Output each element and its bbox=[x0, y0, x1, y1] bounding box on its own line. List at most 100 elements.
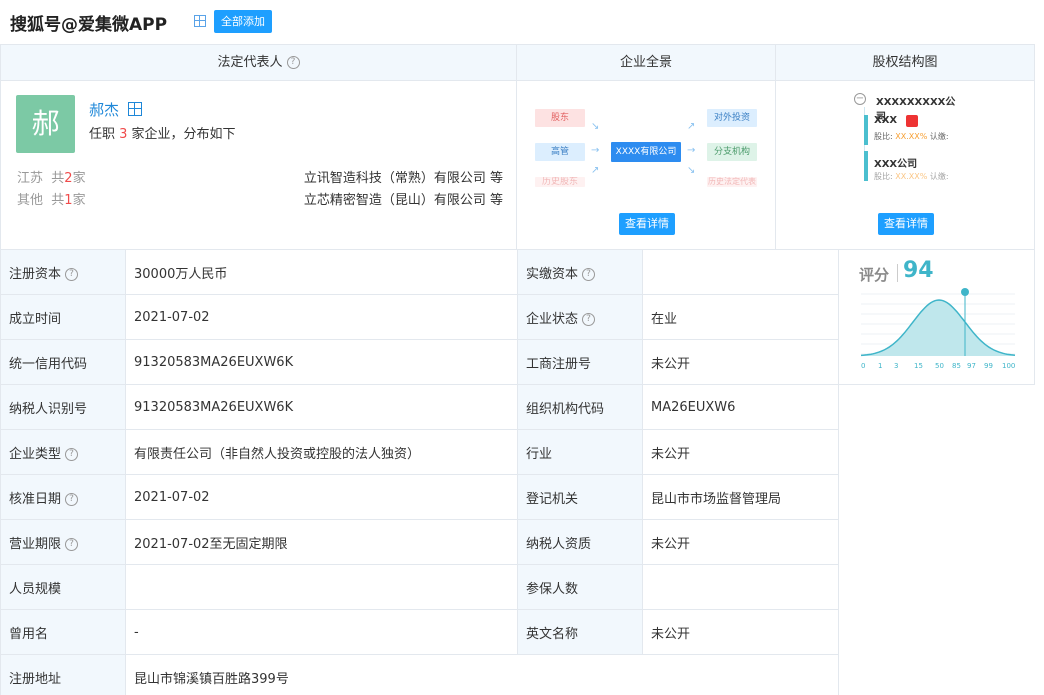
label-cell: 英文名称 bbox=[517, 609, 643, 655]
panel-header: 股权结构图 bbox=[776, 45, 1034, 81]
field-value: 2021-07-02 bbox=[134, 309, 210, 325]
label-cell: 企业状态? bbox=[517, 294, 643, 340]
help-icon[interactable]: ? bbox=[65, 447, 79, 461]
label-cell: 人员规模 bbox=[0, 564, 126, 610]
collapse-icon[interactable]: − bbox=[854, 93, 866, 105]
field-value: 2021-07-02 bbox=[134, 489, 210, 505]
arrow-icon: ↘ bbox=[591, 121, 600, 132]
top-bar: 搜狐号@爱集微APP 全部添加 bbox=[0, 0, 1044, 44]
field-value: 未公开 bbox=[651, 536, 691, 552]
company-info-table: 注册资本? 30000万人民币 实缴资本? 评分 94 0 1 3 15 50 85 97 99 100 成… bbox=[0, 249, 1035, 695]
grid-icon bbox=[194, 15, 206, 27]
field-label: 纳税人识别号 bbox=[9, 401, 88, 417]
view-details-button[interactable]: 查看详情 bbox=[619, 213, 675, 235]
branch-node: 分支机构 bbox=[707, 143, 757, 161]
field-label: 人员规模 bbox=[9, 581, 62, 597]
field-label: 参保人数 bbox=[526, 581, 579, 597]
field-label: 行业 bbox=[526, 446, 553, 462]
region-suffix: 家 bbox=[72, 171, 86, 186]
ratio-value: XX.XX% bbox=[895, 172, 928, 181]
label-cell: 工商注册号 bbox=[517, 339, 643, 385]
help-icon[interactable]: ? bbox=[582, 267, 596, 281]
region-count: 1 bbox=[64, 193, 73, 208]
label-cell: 核准日期? bbox=[0, 474, 126, 520]
label-cell: 实缴资本? bbox=[517, 249, 643, 295]
overview-diagram[interactable]: 股东 高管 历史股东 ↘ → ↗ XXXX有限公司 ↗ → ↘ 对外投资 分支机… bbox=[535, 109, 757, 193]
value-cell: 2021-07-02至无固定期限 bbox=[125, 519, 518, 565]
value-cell: 30000万人民币 bbox=[125, 249, 518, 295]
field-value: 昆山市市场监督管理局 bbox=[651, 491, 782, 507]
table-row: 核准日期? 2021-07-02 登记机关 昆山市市场监督管理局 bbox=[0, 474, 1035, 520]
node-bar bbox=[864, 151, 868, 181]
value-cell: MA26EUXW6 bbox=[642, 384, 839, 430]
distribution-area bbox=[861, 300, 1015, 356]
add-all-button[interactable]: 全部添加 bbox=[214, 10, 272, 33]
person-name-link[interactable]: 郝杰 bbox=[89, 99, 119, 120]
ratio-label: 股比: bbox=[874, 132, 893, 141]
score-distribution-chart: 0 1 3 15 50 85 97 99 100 bbox=[860, 288, 1015, 370]
axis-tick-label: 15 bbox=[914, 362, 923, 370]
value-cell: 有限责任公司（非自然人投资或控股的法人独资） bbox=[125, 429, 518, 475]
field-label: 核准日期 bbox=[9, 491, 62, 507]
field-label: 组织机构代码 bbox=[526, 401, 605, 417]
label-cell: 成立时间 bbox=[0, 294, 126, 340]
field-value: 2021-07-02至无固定期限 bbox=[134, 536, 288, 552]
history-legal-node: 历史法定代表人 bbox=[707, 177, 757, 187]
field-label: 营业期限 bbox=[9, 536, 62, 552]
investment-node: 对外投资 bbox=[707, 109, 757, 127]
region-count: 2 bbox=[64, 171, 73, 186]
table-row: 营业期限? 2021-07-02至无固定期限 纳税人资质 未公开 bbox=[0, 519, 1035, 565]
region-company-link[interactable]: 立讯智造科技（常熟）有限公司 等 bbox=[304, 167, 503, 186]
panel-header: 企业全景 bbox=[517, 45, 775, 81]
label-cell: 注册资本? bbox=[0, 249, 126, 295]
view-details-button[interactable]: 查看详情 bbox=[878, 213, 934, 235]
ratio-value: XX.XX% bbox=[895, 132, 928, 141]
panel-title: 股权结构图 bbox=[872, 55, 938, 70]
panel-header: 法定代表人? bbox=[1, 45, 516, 81]
field-value: 未公开 bbox=[651, 356, 691, 372]
value-cell: 昆山市锦溪镇百胜路399号 bbox=[125, 654, 839, 695]
avatar: 郝 bbox=[16, 95, 75, 153]
help-icon[interactable]: ? bbox=[286, 56, 300, 69]
region-company-link[interactable]: 立芯精密智造（昆山）有限公司 等 bbox=[304, 189, 503, 208]
help-icon[interactable]: ? bbox=[65, 492, 79, 506]
field-value: 昆山市锦溪镇百胜路399号 bbox=[134, 671, 289, 687]
table-row: 曾用名 - 英文名称 未公开 bbox=[0, 609, 1035, 655]
arrow-icon: → bbox=[687, 145, 696, 156]
value-cell: 2021-07-02 bbox=[125, 474, 518, 520]
watermark-text: 搜狐号@爱集微APP bbox=[10, 15, 168, 35]
region-prefix: 共 bbox=[51, 171, 65, 186]
label-cell: 注册地址 bbox=[0, 654, 126, 695]
field-value: 有限责任公司（非自然人投资或控股的法人独资） bbox=[134, 446, 421, 462]
node-ratio: 股比: XX.XX% 认缴: bbox=[874, 171, 949, 182]
equity-structure-panel: 股权结构图 − XXXXXXXXX公司 XXX 股比: XX.XX% 认缴: X… bbox=[775, 44, 1035, 250]
help-icon[interactable]: ? bbox=[65, 267, 79, 281]
axis-tick-label: 3 bbox=[894, 362, 898, 370]
field-label: 曾用名 bbox=[9, 626, 49, 642]
panel-title: 法定代表人 bbox=[217, 55, 283, 70]
field-label: 纳税人资质 bbox=[526, 536, 592, 552]
node-name: XXX bbox=[874, 115, 898, 126]
label-cell: 纳税人资质 bbox=[517, 519, 643, 565]
person-description: 任职 3 家企业，分布如下 bbox=[89, 123, 236, 142]
label-cell: 曾用名 bbox=[0, 609, 126, 655]
score-box: 评分 94 0 1 3 15 50 85 97 99 100 bbox=[839, 250, 1035, 384]
arrow-icon: → bbox=[591, 145, 600, 156]
field-label: 企业状态 bbox=[526, 311, 579, 327]
equity-diagram[interactable]: − XXXXXXXXX公司 XXX 股比: XX.XX% 认缴: XXX公司 股… bbox=[854, 93, 964, 185]
table-row: 注册地址 昆山市锦溪镇百胜路399号 bbox=[0, 654, 1035, 695]
table-row: 注册资本? 30000万人民币 实缴资本? 评分 94 0 1 3 15 50 85 97 99 100 bbox=[0, 249, 1035, 385]
field-label: 注册资本 bbox=[9, 266, 62, 282]
help-icon[interactable]: ? bbox=[65, 537, 79, 551]
region-suffix: 家 bbox=[72, 193, 86, 208]
grid-icon[interactable] bbox=[128, 102, 142, 116]
value-cell bbox=[642, 249, 839, 295]
label-cell: 参保人数 bbox=[517, 564, 643, 610]
value-cell bbox=[642, 564, 839, 610]
axis-tick-label: 1 bbox=[878, 362, 882, 370]
desc-suffix: 家企业，分布如下 bbox=[127, 127, 236, 142]
region-name: 其他 bbox=[17, 193, 44, 208]
help-icon[interactable]: ? bbox=[582, 312, 596, 326]
score-panel: 评分 94 0 1 3 15 50 85 97 99 100 bbox=[838, 249, 1035, 385]
axis-tick-label: 99 bbox=[984, 362, 993, 370]
